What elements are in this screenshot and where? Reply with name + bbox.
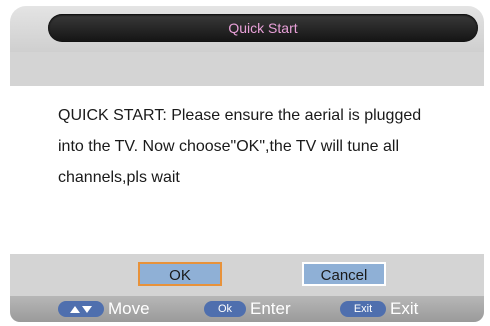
cancel-button[interactable]: Cancel	[302, 262, 386, 286]
ok-key-icon: Ok	[204, 301, 246, 317]
exit-key-icon: Exit	[340, 301, 386, 317]
title-pill: Quick Start	[48, 14, 478, 42]
hint-move-label: Move	[108, 299, 150, 318]
hint-enter-label: Enter	[250, 299, 291, 318]
title-bar: Quick Start	[10, 6, 484, 52]
button-row: OK Cancel	[10, 254, 484, 296]
ok-button[interactable]: OK	[138, 262, 222, 286]
message-line: into the TV. Now choose"OK",the TV will …	[58, 138, 400, 155]
message-line: QUICK START: Please ensure the aerial is…	[58, 107, 422, 124]
up-down-arrows-icon	[58, 301, 104, 317]
quick-start-dialog: Quick Start QUICK START: Please ensure t…	[0, 0, 490, 326]
help-bar: Move Ok Enter Exit Exit	[10, 296, 484, 322]
hint-exit-label: Exit	[390, 299, 419, 318]
dialog-title: Quick Start	[228, 20, 298, 36]
message-text: QUICK START: Please ensure the aerial is…	[58, 100, 478, 193]
header-spacer	[10, 52, 484, 86]
message-line: channels,pls wait	[58, 169, 180, 186]
